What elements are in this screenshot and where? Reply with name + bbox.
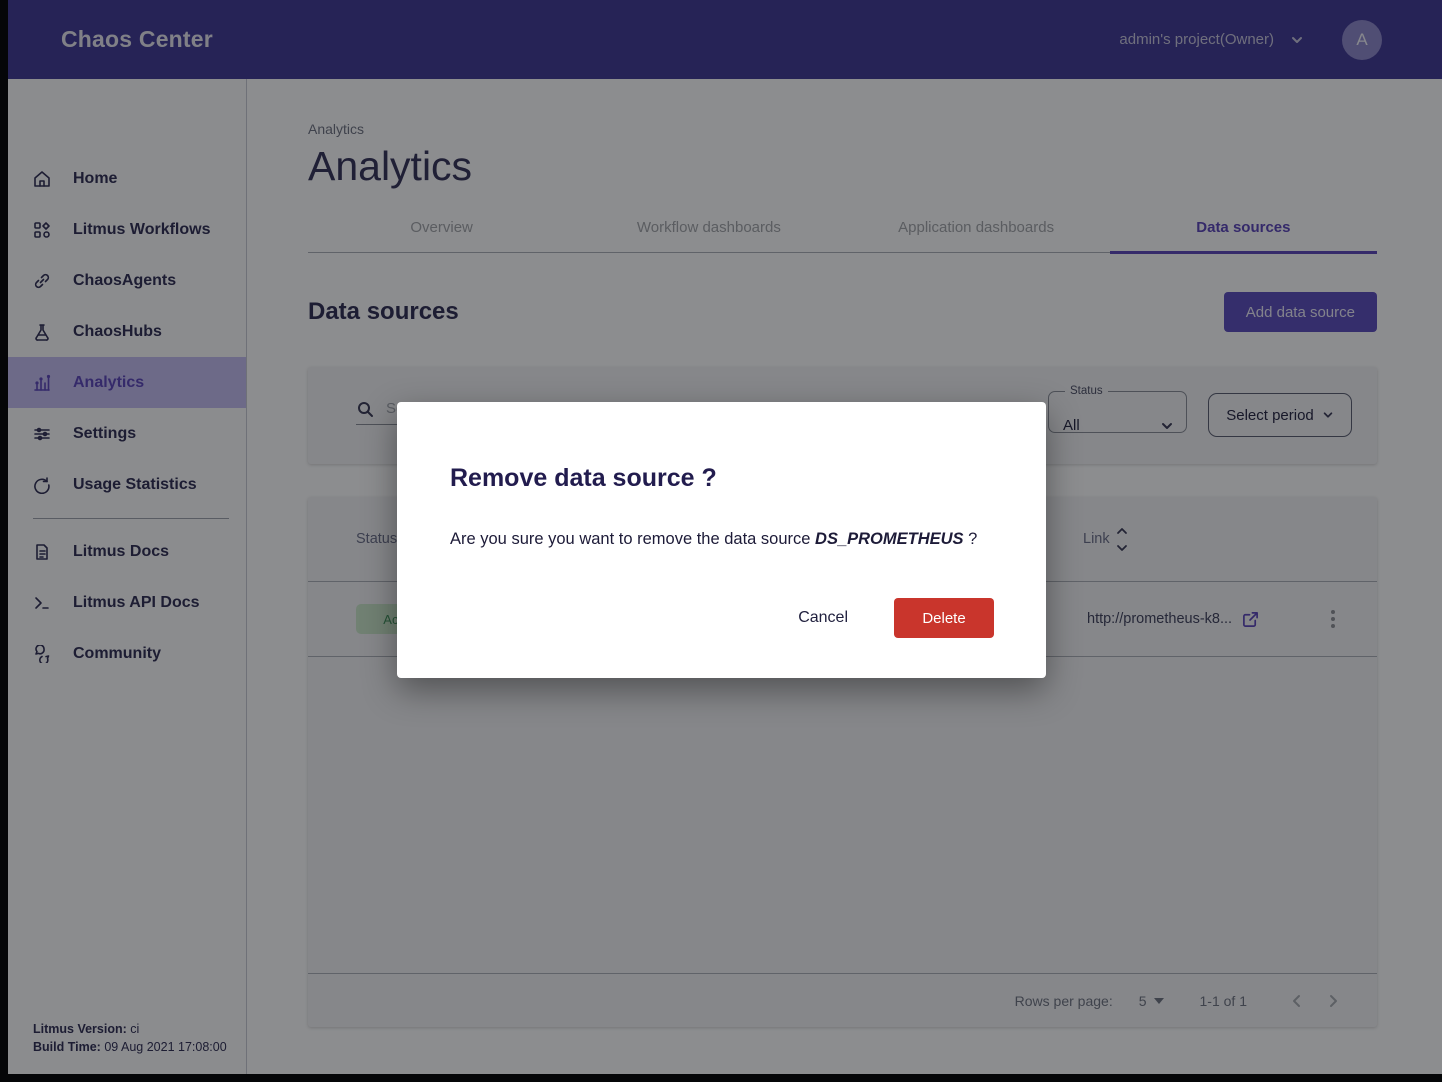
modal-body: Are you sure you want to remove the data…	[450, 530, 977, 549]
modal-actions: Cancel Delete	[792, 598, 994, 638]
cancel-button[interactable]: Cancel	[792, 608, 854, 628]
data-source-name: DS_PROMETHEUS	[815, 530, 964, 548]
screen: Chaos Center admin's project(Owner) A Ho…	[0, 0, 1442, 1082]
modal-body-text: Are you sure you want to remove the data…	[450, 530, 815, 548]
delete-button[interactable]: Delete	[894, 598, 994, 638]
modal-title: Remove data source ?	[450, 464, 717, 493]
modal-body-suffix: ?	[964, 530, 978, 548]
remove-data-source-modal: Remove data source ? Are you sure you wa…	[397, 402, 1046, 678]
